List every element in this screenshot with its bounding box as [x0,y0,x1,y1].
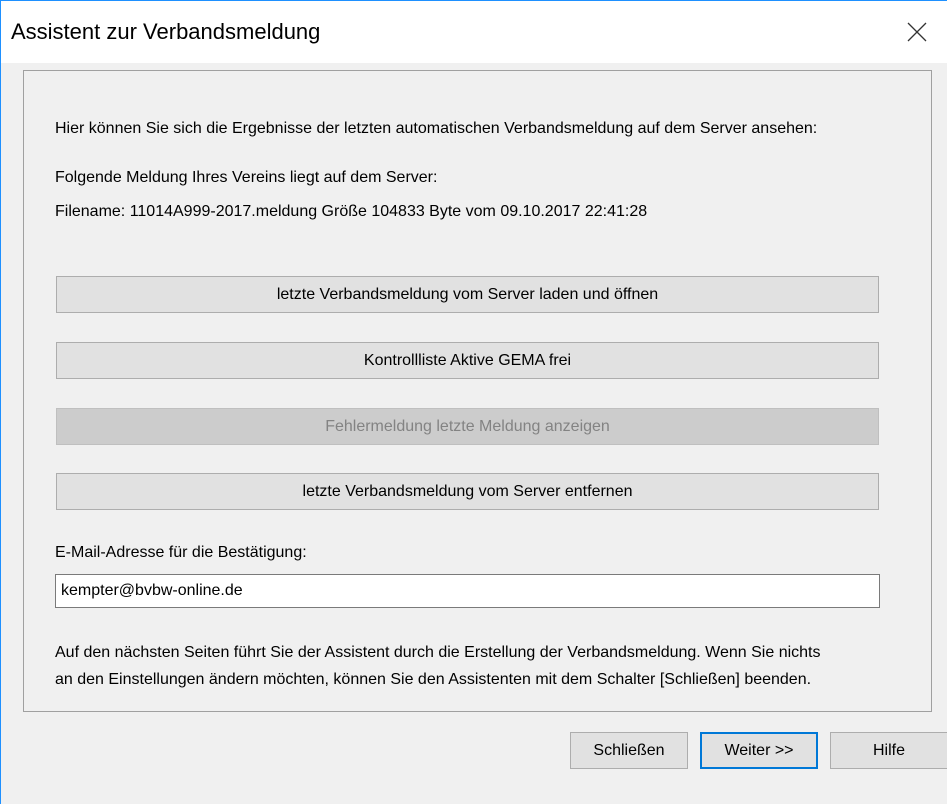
close-wizard-button[interactable]: Schließen [570,732,688,769]
load-open-report-button[interactable]: letzte Verbandsmeldung vom Server laden … [56,276,879,313]
file-info-text: Filename: 11014A999-2017.meldung Größe 1… [55,203,648,220]
close-button[interactable] [887,1,947,63]
intro-text: Hier können Sie sich die Ergebnisse der … [55,120,818,137]
remove-report-button[interactable]: letzte Verbandsmeldung vom Server entfer… [56,473,879,510]
window-title: Assistent zur Verbandsmeldung [11,19,321,44]
show-error-button[interactable]: Fehlermeldung letzte Meldung anzeigen [56,408,879,445]
email-label: E-Mail-Adresse für die Bestätigung: [55,544,307,561]
content-panel: Hier können Sie sich die Ergebnisse der … [23,70,932,712]
wizard-window: Assistent zur Verbandsmeldung Hier könne… [0,0,947,804]
next-button[interactable]: Weiter >> [700,732,818,769]
server-notice-text: Folgende Meldung Ihres Vereins liegt auf… [55,169,438,186]
email-field[interactable] [55,574,880,608]
hint-text-line1: Auf den nächsten Seiten führt Sie der As… [55,644,821,661]
hint-text-line2: an den Einstellungen ändern möchten, kön… [55,671,812,688]
close-icon [907,22,927,42]
title-bar: Assistent zur Verbandsmeldung [1,1,947,63]
control-list-gema-button[interactable]: Kontrollliste Aktive GEMA frei [56,342,879,379]
help-button[interactable]: Hilfe [830,732,947,769]
